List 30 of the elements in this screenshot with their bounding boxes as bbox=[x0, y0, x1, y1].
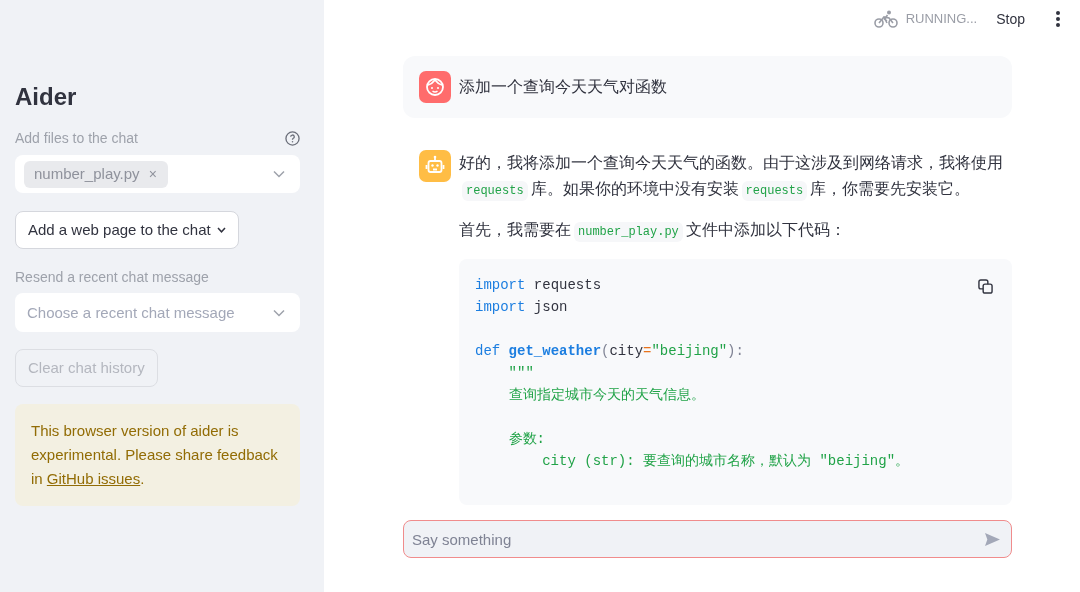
code-line: 查询指定城市今天的天气信息。 bbox=[508, 386, 705, 405]
help-icon[interactable] bbox=[285, 130, 300, 146]
recent-message-select[interactable]: Choose a recent chat message bbox=[15, 293, 300, 332]
cyclist-icon bbox=[873, 10, 898, 28]
field-label: Add files to the chat bbox=[15, 129, 138, 148]
field-label: Resend a recent chat message bbox=[15, 268, 210, 287]
sidebar-title: Aider bbox=[15, 82, 78, 112]
inline-code: requests bbox=[741, 181, 808, 201]
code-line: """ bbox=[508, 364, 534, 383]
robot-avatar-icon bbox=[419, 150, 451, 182]
stop-button[interactable]: Stop bbox=[996, 8, 1025, 30]
message-text: 首先，我需要在 number_play.py 文件中添加以下代码： bbox=[459, 217, 1012, 243]
message-text: 添加一个查询今天天气对函数 bbox=[459, 77, 668, 97]
code-line: def get_weather(city="beijing"): bbox=[475, 342, 744, 361]
notice-text: This browser version of aider is experimental. Please share feedback in GitHub issues. bbox=[31, 421, 279, 489]
code-line: city (str): 要查询的城市名称，默认为 "beijing"。 bbox=[542, 452, 910, 471]
message-text: 好的，我将添加一个查询今天天气的函数。由于这涉及到网络请求，我将使用 requests 库。如果你的环境中没有安装 requests 库，你需要先安装它。 bbox=[459, 150, 1012, 202]
running-status: RUNNING... bbox=[905, 10, 978, 29]
code-line: import json bbox=[475, 298, 568, 317]
chip-label: number_play.py bbox=[34, 163, 140, 184]
face-avatar-icon bbox=[419, 71, 451, 103]
code-line: import requests bbox=[475, 276, 602, 295]
chat-input-field[interactable]: Say something bbox=[403, 520, 1012, 558]
inline-code: number_play.py bbox=[574, 222, 683, 242]
chevron-down-icon[interactable] bbox=[216, 227, 226, 233]
menu-icon[interactable] bbox=[1056, 11, 1060, 27]
inline-code: requests bbox=[462, 181, 528, 201]
web-page-button[interactable]: Add a web page to the chat bbox=[15, 211, 239, 249]
copy-icon[interactable] bbox=[978, 279, 993, 294]
code-line: 参数: bbox=[508, 430, 545, 449]
